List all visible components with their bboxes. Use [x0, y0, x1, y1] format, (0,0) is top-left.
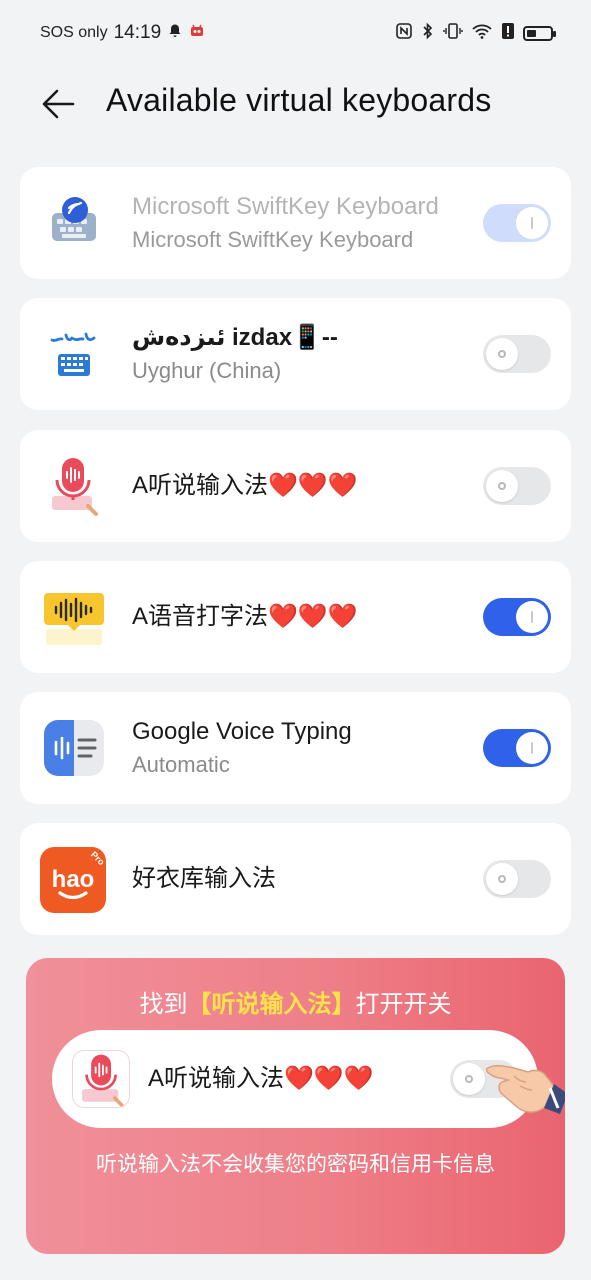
page-title: Available virtual keyboards: [106, 82, 492, 118]
google-voice-typing-icon: [42, 716, 106, 780]
status-bar: SOS only 14:19: [0, 0, 591, 66]
app-notification-icon: [189, 23, 205, 44]
keyboard-toggle-izdax[interactable]: [483, 335, 551, 373]
izdax-icon: [42, 322, 106, 386]
svg-text:hao: hao: [52, 866, 95, 893]
keyboard-subtitle: Uyghur (China): [132, 358, 282, 383]
keyboard-item-google-voice-typing[interactable]: Google Voice Typing Automatic: [20, 692, 571, 804]
keyboard-item-izdax[interactable]: ئىزدەش izdax📱-- Uyghur (China): [20, 298, 571, 410]
alert-icon: [501, 22, 515, 45]
bluetooth-icon: [421, 22, 435, 45]
keyboard-title: 好衣库输入法: [132, 865, 276, 892]
pointing-hand-icon: [484, 1046, 565, 1126]
promo-demo-label: A听说输入法❤️❤️❤️: [148, 1065, 374, 1092]
bell-icon: [167, 23, 183, 44]
keyboard-title: Google Voice Typing: [132, 718, 352, 745]
arrow-left-icon: [42, 89, 75, 119]
hao-pro-icon: hao Pro: [40, 847, 106, 913]
wifi-icon: [471, 22, 493, 45]
keyboard-subtitle: Microsoft SwiftKey Keyboard: [132, 227, 414, 252]
keyboard-toggle-swiftkey[interactable]: [483, 204, 551, 242]
promo-privacy-note: 听说输入法不会收集您的密码和信用卡信息: [96, 1153, 495, 1176]
keyboard-title: Microsoft SwiftKey Keyboard: [132, 193, 439, 220]
promo-demo-row: A听说输入法❤️❤️❤️: [52, 1030, 538, 1128]
microphone-keyboard-icon: [42, 454, 106, 518]
keyboard-title: ئىزدەش izdax📱--: [132, 324, 338, 351]
header: Available virtual keyboards: [0, 66, 591, 140]
keyboard-item-swiftkey[interactable]: Microsoft SwiftKey Keyboard Microsoft Sw…: [20, 167, 571, 279]
promo-headline-prefix: 找到: [139, 991, 188, 1018]
carrier-text: SOS only: [40, 24, 108, 41]
keyboard-item-tingshuo[interactable]: A听说输入法❤️❤️❤️: [20, 430, 571, 542]
keyboard-item-haoyiku[interactable]: hao Pro 好衣库输入法: [20, 823, 571, 935]
voice-bubble-icon: [42, 585, 106, 649]
clock: 14:19: [113, 22, 162, 43]
keyboard-toggle-google-voice-typing[interactable]: [483, 729, 551, 767]
promo-headline-suffix: 打开开关: [355, 991, 452, 1018]
promo-headline-highlight: 【听说输入法】: [187, 991, 356, 1018]
promo-banner: 找到【听说输入法】打开开关 A听说输入法❤️❤️❤️ 听说输入法不会收集您的密码…: [26, 958, 565, 1254]
nfc-icon: [395, 22, 413, 45]
keyboard-toggle-haoyiku[interactable]: [483, 860, 551, 898]
microphone-keyboard-icon: [72, 1050, 130, 1108]
keyboard-toggle-yuyin[interactable]: [483, 598, 551, 636]
promo-headline: 找到【听说输入法】打开开关: [26, 984, 565, 1019]
keyboard-item-yuyin[interactable]: A语音打字法❤️❤️❤️: [20, 561, 571, 673]
keyboard-toggle-tingshuo[interactable]: [483, 467, 551, 505]
back-button[interactable]: [38, 84, 78, 124]
keyboard-subtitle: Automatic: [132, 752, 230, 777]
swiftkey-icon: [42, 191, 106, 255]
battery-icon: [523, 25, 556, 41]
keyboard-title: A语音打字法❤️❤️❤️: [132, 603, 358, 630]
vibrate-icon: [443, 22, 463, 45]
keyboard-title: A听说输入法❤️❤️❤️: [132, 472, 358, 499]
